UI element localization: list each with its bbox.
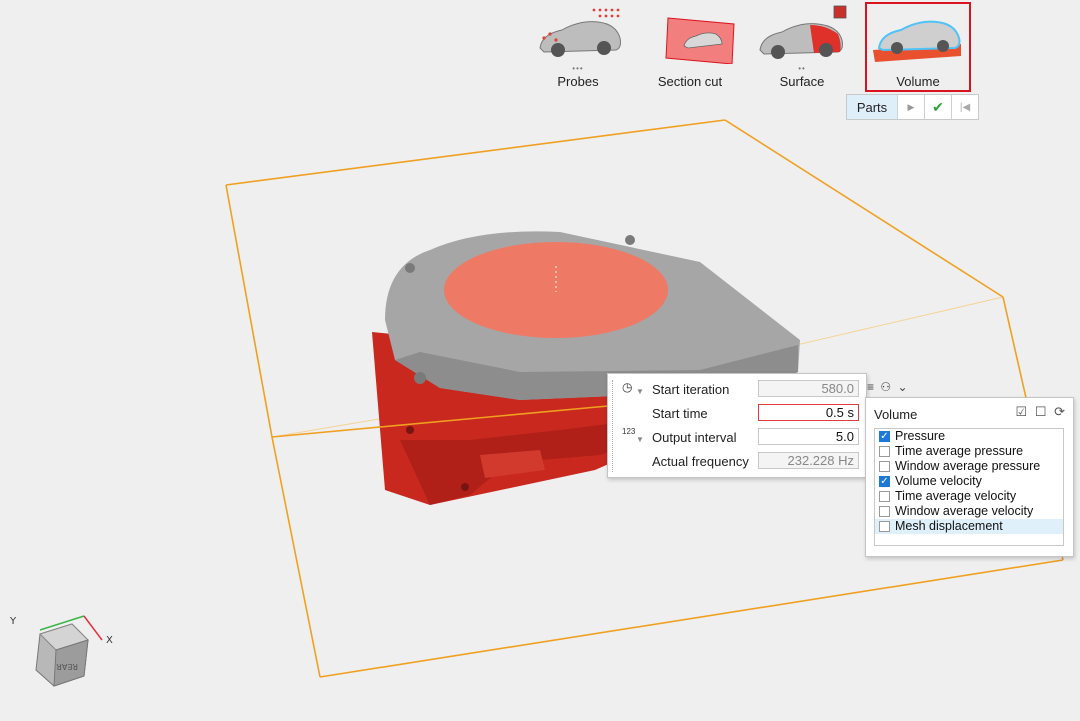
section-cut-label: Section cut xyxy=(657,74,723,89)
volume-car-icon xyxy=(873,20,961,62)
surface-more-indicator: •• xyxy=(798,64,806,73)
start-time-label: Start time xyxy=(652,406,708,421)
volume-output-item[interactable]: Window average velocity xyxy=(875,504,1063,519)
start-time-row: Start time 0.5 s xyxy=(608,403,866,425)
x-axis-label: X xyxy=(106,635,113,646)
volume-output-item[interactable]: Time average pressure xyxy=(875,444,1063,459)
view-cube-icon[interactable]: REAR xyxy=(35,623,89,687)
checkbox-icon[interactable] xyxy=(879,446,890,457)
surface-label: Surface xyxy=(779,74,825,89)
volume-output-label: Window average pressure xyxy=(895,459,1041,473)
panel-side-tools: ≡ ⚇ ⌄ xyxy=(867,380,911,394)
parts-button[interactable]: Parts xyxy=(847,95,898,119)
start-iteration-label: Start iteration xyxy=(652,382,730,397)
volume-output-label: Pressure xyxy=(895,429,946,443)
output-parameters-panel: ◷ ▼ Start iteration 580.0 Start time 0.5… xyxy=(607,373,867,478)
section-cut-icon xyxy=(665,17,735,64)
start-iteration-field[interactable]: 580.0 xyxy=(758,380,859,397)
output-interval-row: 123 ▼ Output interval 5.0 xyxy=(608,427,866,449)
volume-panel-actions: ☑ ☐ ⟳ xyxy=(1012,404,1065,420)
actual-frequency-label: Actual frequency xyxy=(652,454,749,469)
volume-output-label: Volume velocity xyxy=(895,474,982,488)
start-iteration-row: ◷ ▼ Start iteration 580.0 xyxy=(608,379,866,401)
checkbox-checked-icon[interactable]: ✓ xyxy=(879,431,890,442)
volume-output-item[interactable]: Mesh displacement xyxy=(875,519,1063,534)
checkbox-checked-icon[interactable]: ✓ xyxy=(879,476,890,487)
volume-tool-button[interactable]: Volume xyxy=(865,2,971,92)
select-all-icon[interactable]: ☑ xyxy=(1016,404,1028,419)
chevron-down-icon[interactable]: ▼ xyxy=(636,435,644,444)
volume-subtoolbar: Parts ▶ ✔ |◀ xyxy=(846,94,979,120)
list-icon[interactable]: ≡ xyxy=(867,380,874,394)
deselect-all-icon[interactable]: ☐ xyxy=(1035,404,1047,419)
play-icon[interactable]: ▶ xyxy=(898,95,925,119)
volume-output-item[interactable]: ✓ Volume velocity xyxy=(875,474,1063,489)
y-axis-label: Y xyxy=(10,616,17,627)
surface-tool-button[interactable]: •• Surface xyxy=(750,2,854,92)
probes-tool-button[interactable]: ••• Probes xyxy=(526,2,630,92)
volume-label: Volume xyxy=(896,74,940,89)
volume-panel-title: Volume xyxy=(874,407,918,422)
double-chevron-down-icon[interactable]: ⌄ xyxy=(897,380,907,394)
output-interval-label: Output interval xyxy=(652,430,737,445)
volume-output-label: Time average velocity xyxy=(895,489,1017,503)
surface-car-icon xyxy=(759,5,847,59)
skip-to-end-icon[interactable]: |◀ xyxy=(952,95,978,119)
volume-output-item[interactable]: Window average pressure xyxy=(875,459,1063,474)
probes-car-icon xyxy=(539,8,621,57)
chevron-down-icon[interactable]: ▼ xyxy=(636,387,644,396)
volume-output-list: ✓ Pressure Time average pressure Window ave… xyxy=(874,428,1064,546)
start-time-field[interactable]: 0.5 s xyxy=(758,404,859,421)
probes-label: Probes xyxy=(557,74,599,89)
numeric-icon[interactable]: 123 xyxy=(622,427,635,436)
volume-output-label: Time average pressure xyxy=(895,444,1024,458)
volume-output-item[interactable]: ✓ Pressure xyxy=(875,429,1063,444)
checkbox-icon[interactable] xyxy=(879,506,890,517)
probes-more-indicator: ••• xyxy=(572,64,584,73)
output-interval-field[interactable]: 5.0 xyxy=(758,428,859,445)
actual-frequency-field: 232.228 Hz xyxy=(758,452,859,469)
actual-frequency-row: Actual frequency 232.228 Hz xyxy=(608,451,866,473)
clock-icon[interactable]: ◷ xyxy=(622,380,632,394)
volume-output-label: Mesh displacement xyxy=(895,519,1003,533)
hierarchy-icon[interactable]: ⚇ xyxy=(880,380,891,394)
check-icon[interactable]: ✔ xyxy=(925,95,952,119)
refresh-icon[interactable]: ⟳ xyxy=(1054,404,1065,419)
section-cut-tool-button[interactable]: Section cut xyxy=(638,2,742,92)
volume-output-label: Window average velocity xyxy=(895,504,1034,518)
volume-outputs-panel: Volume ☑ ☐ ⟳ ✓ Pressure Time average press… xyxy=(865,397,1074,557)
cube-face-label: REAR xyxy=(56,662,78,671)
checkbox-icon[interactable] xyxy=(879,521,890,532)
checkbox-icon[interactable] xyxy=(879,461,890,472)
navigation-cube[interactable]: Y X REAR xyxy=(10,610,120,695)
volume-output-item[interactable]: Time average velocity xyxy=(875,489,1063,504)
checkbox-icon[interactable] xyxy=(879,491,890,502)
